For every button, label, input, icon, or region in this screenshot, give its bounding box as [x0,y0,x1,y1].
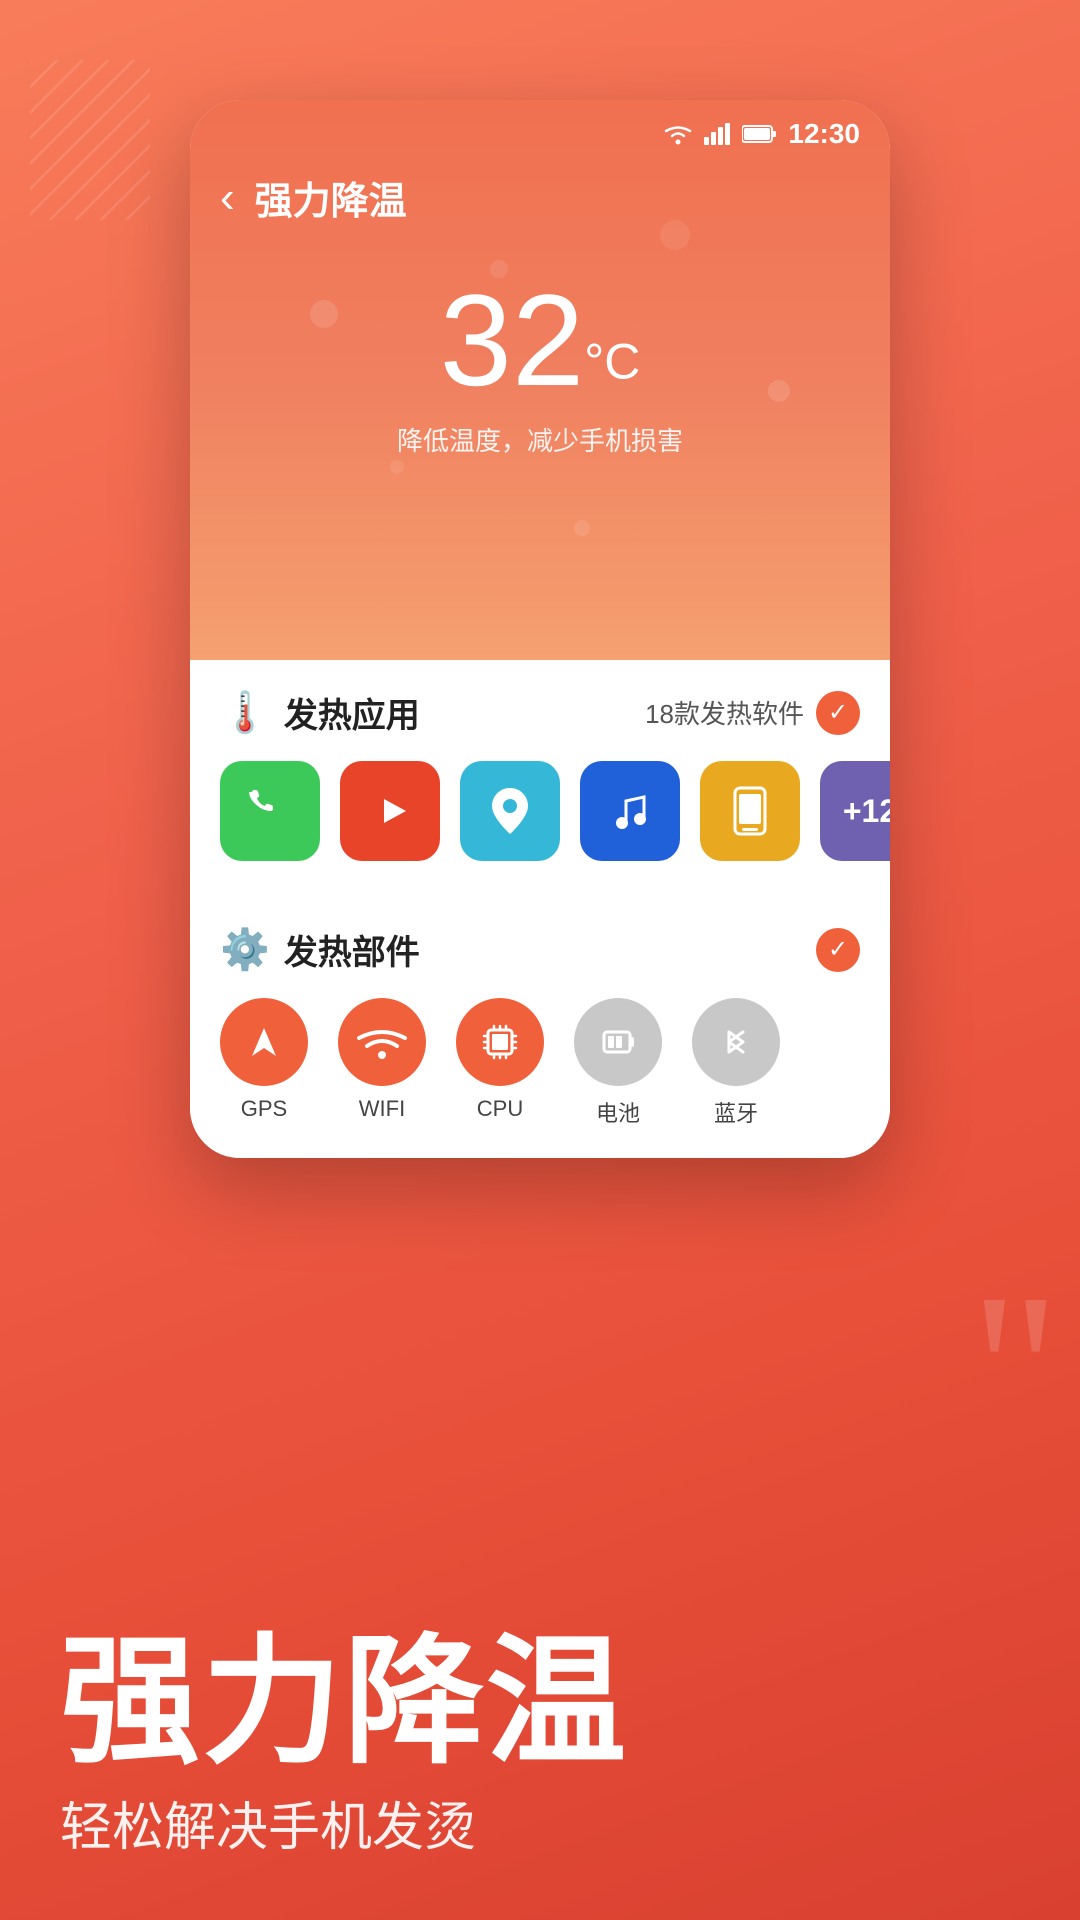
section-left-components: ⚙️ 发热部件 [220,925,420,974]
gps-label: GPS [241,1096,287,1122]
app-icon-music[interactable] [580,761,680,861]
bubble-3 [768,380,790,402]
more-count-label: +12 [843,793,890,830]
component-gps[interactable]: GPS [220,998,308,1122]
app-icon-phone[interactable] [220,761,320,861]
section-right-apps: 18款发热软件 ✓ [645,691,860,735]
hero-subtitle: 轻松解决手机发烫 [60,1785,1020,1860]
check-badge-components: ✓ [816,928,860,972]
wifi-icon [662,123,694,145]
temperature-unit: °C [584,334,640,390]
component-cpu[interactable]: CPU [456,998,544,1122]
battery-circle [574,998,662,1086]
app-icon-device[interactable] [700,761,800,861]
gps-circle [220,998,308,1086]
thermometer-icon: 🌡️ [220,689,270,736]
bubble-2 [490,260,508,278]
wifi-circle [338,998,426,1086]
bluetooth-label: 蓝牙 [714,1096,758,1128]
app-icon-more[interactable]: +12 [820,761,890,861]
section-header-apps: 🌡️ 发热应用 18款发热软件 ✓ [220,688,860,737]
battery-icon [742,124,778,144]
phone-header: 12:30 ‹ 强力降温 32°C 降低温度，减少手机损害 [190,100,890,660]
component-icons-row: GPS WIFI [220,998,860,1128]
page-title: 强力降温 [255,170,407,225]
section-left-apps: 🌡️ 发热应用 [220,688,420,737]
heating-components-section: ⚙️ 发热部件 ✓ GPS [190,901,890,1158]
temperature-display: 32°C 降低温度，减少手机损害 [190,245,890,478]
wifi-label: WIFI [359,1096,405,1122]
heating-components-title: 发热部件 [284,925,420,974]
component-battery[interactable]: 电池 [574,998,662,1128]
temperature-description: 降低温度，减少手机损害 [190,421,890,458]
apps-row: +12 [220,761,860,861]
bubble-1 [310,300,338,328]
check-badge-apps: ✓ [816,691,860,735]
gear-icon: ⚙️ [220,926,270,973]
battery-label: 电池 [596,1096,640,1128]
quote-decoration: " [970,1260,1060,1480]
component-wifi[interactable]: WIFI [338,998,426,1122]
bubble-4 [390,460,404,474]
component-bluetooth[interactable]: 蓝牙 [692,998,780,1128]
hero-title: 强力降温 [60,1628,1020,1775]
app-icon-maps[interactable] [460,761,560,861]
hatch-decoration [30,60,150,220]
nav-bar: ‹ 强力降温 [190,160,890,245]
phone-mockup: 12:30 ‹ 强力降温 32°C 降低温度，减少手机损害 🌡️ 发热应用 18… [190,100,890,1158]
section-header-components: ⚙️ 发热部件 ✓ [220,925,860,974]
status-icons: 12:30 [662,118,860,150]
bluetooth-circle [692,998,780,1086]
bubble-6 [574,520,590,536]
heating-apps-title: 发热应用 [284,688,420,737]
hero-section: 强力降温 轻松解决手机发烫 [0,1628,1080,1860]
signal-icon [704,123,732,145]
bubble-5 [660,220,690,250]
cpu-label: CPU [477,1096,523,1122]
apps-count-label: 18款发热软件 [645,694,804,731]
app-icon-video[interactable] [340,761,440,861]
temperature-value: 32 [440,267,585,413]
status-bar: 12:30 [190,100,890,160]
back-button[interactable]: ‹ [220,173,235,223]
heating-apps-section: 🌡️ 发热应用 18款发热软件 ✓ [190,658,890,885]
cpu-circle [456,998,544,1086]
status-time: 12:30 [788,118,860,150]
